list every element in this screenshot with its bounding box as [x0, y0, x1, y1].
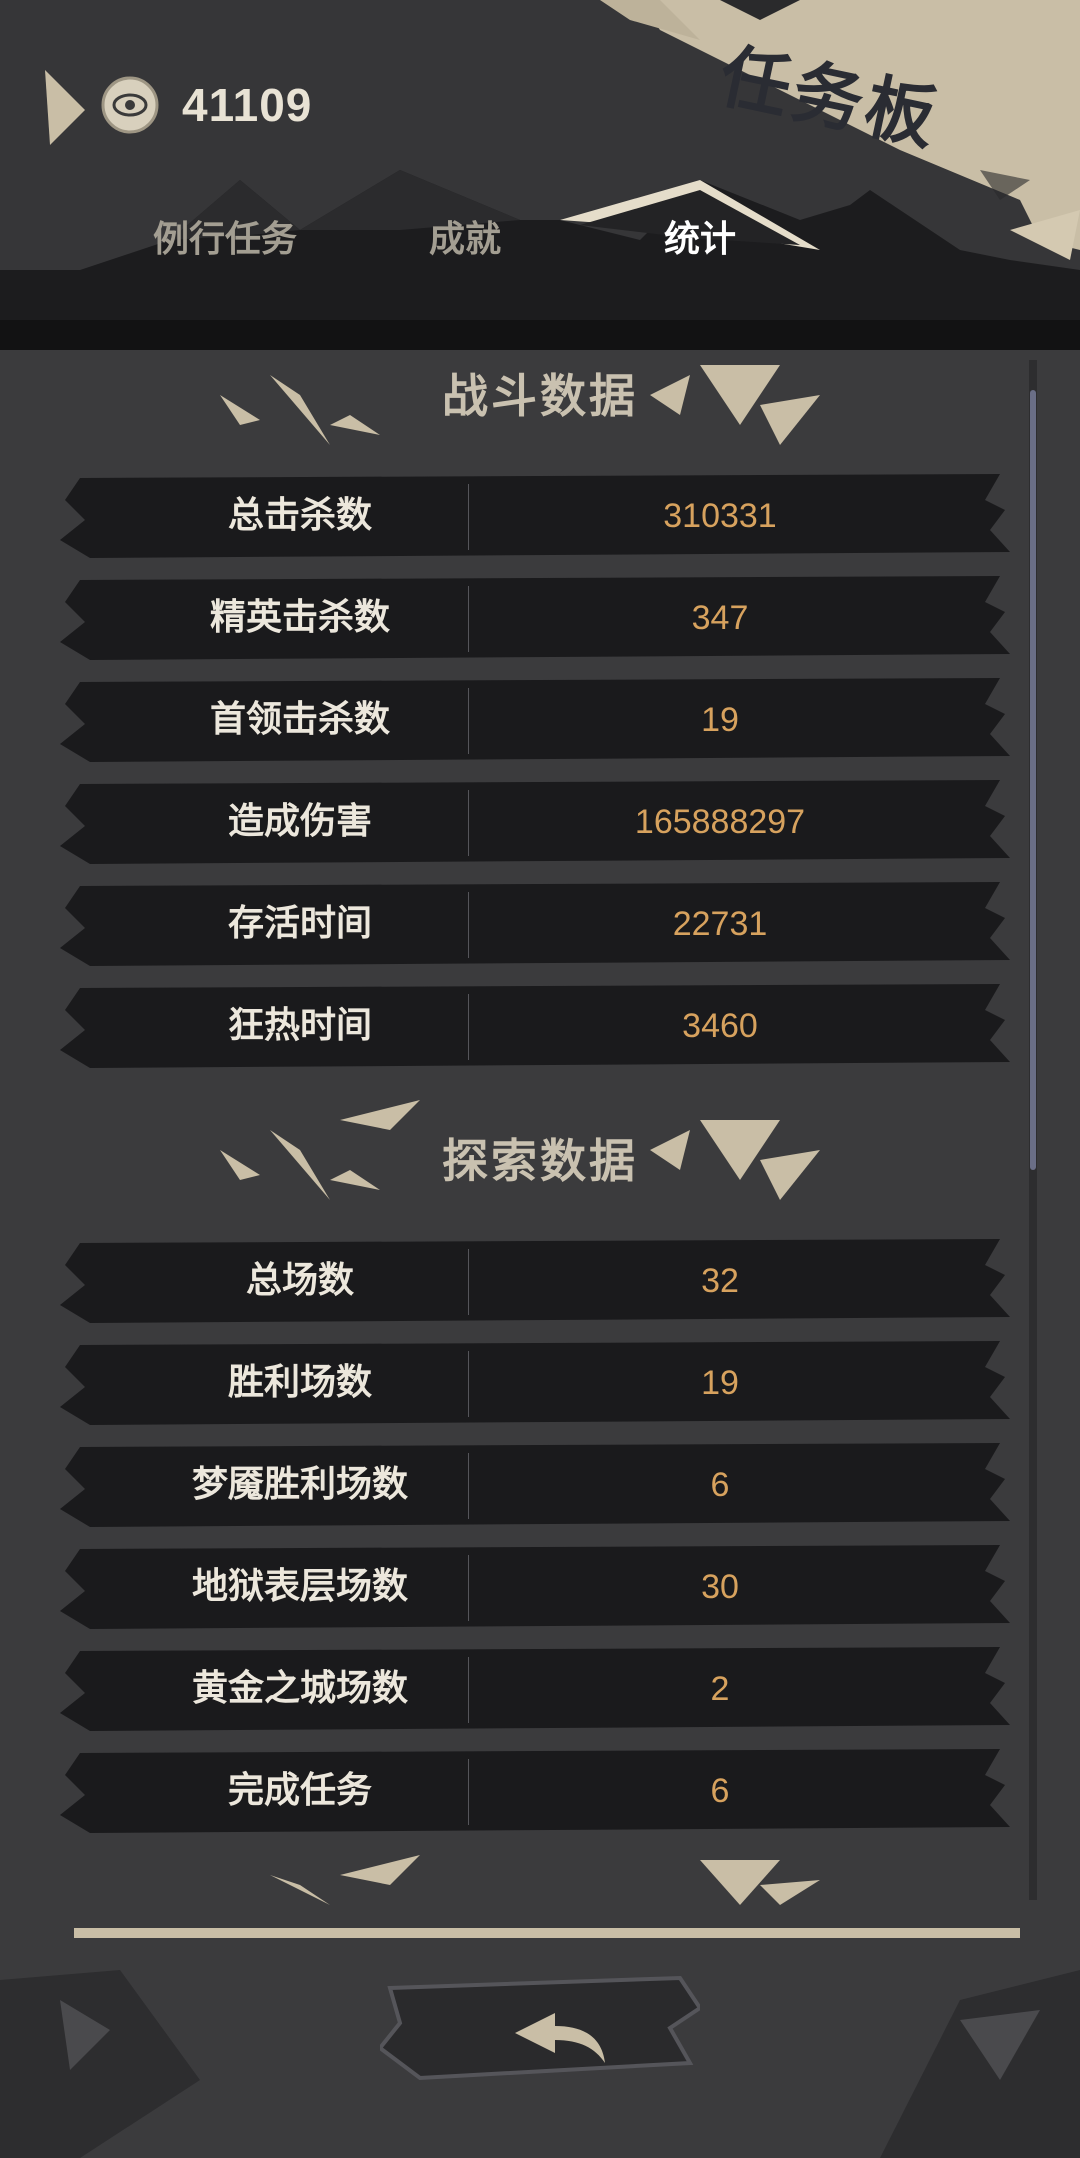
section-header-decoration — [270, 1855, 820, 1905]
eye-coin-icon — [101, 76, 159, 134]
panel-bottom-bar — [74, 1928, 1020, 1938]
stat-row: 首领击杀数 19 — [60, 674, 1020, 766]
stat-row: 狂热时间 3460 — [60, 980, 1020, 1072]
stat-value: 19 — [701, 701, 739, 739]
stat-value: 2 — [710, 1670, 730, 1708]
section-title-combat: 战斗数据 — [442, 369, 638, 423]
stat-value: 3460 — [682, 1007, 758, 1045]
stat-label: 胜利场数 — [227, 1362, 372, 1403]
stat-label: 梦魇胜利场数 — [191, 1464, 408, 1505]
statistics-panel[interactable]: 战斗数据 总击杀数 310331 精英击杀数 347 首领击杀数 19 造成伤害… — [60, 345, 1035, 1905]
stat-row: 胜利场数 19 — [60, 1337, 1020, 1429]
stat-value: 32 — [701, 1262, 739, 1300]
stat-row: 总场数 32 — [60, 1235, 1020, 1327]
stat-row: 总击杀数 310331 — [60, 470, 1020, 562]
stat-label: 黄金之城场数 — [191, 1668, 408, 1709]
stat-value: 347 — [691, 599, 749, 637]
stat-row: 地狱表层场数 30 — [60, 1541, 1020, 1633]
stat-value: 6 — [710, 1772, 730, 1810]
stat-row: 精英击杀数 347 — [60, 572, 1020, 664]
currency-display: 41109 — [40, 60, 312, 150]
tab-routine-tasks[interactable]: 例行任务 — [130, 210, 320, 270]
tab-statistics[interactable]: 统计 — [630, 210, 770, 270]
stat-value: 19 — [701, 1364, 739, 1402]
stat-value: 30 — [701, 1568, 739, 1606]
currency-value: 41109 — [182, 79, 313, 131]
stat-label: 首领击杀数 — [209, 699, 390, 740]
stat-value: 310331 — [663, 497, 777, 535]
stat-row: 黄金之城场数 2 — [60, 1643, 1020, 1735]
stat-value: 6 — [710, 1466, 730, 1504]
stat-label: 狂热时间 — [227, 1005, 372, 1046]
stat-row: 存活时间 22731 — [60, 878, 1020, 970]
stat-label: 精英击杀数 — [209, 597, 390, 638]
stat-label: 完成任务 — [227, 1770, 372, 1811]
stat-row: 造成伤害 165888297 — [60, 776, 1020, 868]
section-title-exploration: 探索数据 — [442, 1134, 638, 1188]
stat-value: 165888297 — [634, 803, 806, 841]
stat-row: 完成任务 6 — [60, 1745, 1020, 1837]
stat-label: 造成伤害 — [227, 801, 372, 842]
stat-value: 22731 — [672, 905, 768, 943]
stat-label: 存活时间 — [227, 903, 372, 944]
stat-row: 梦魇胜利场数 6 — [60, 1439, 1020, 1531]
stat-label: 地狱表层场数 — [191, 1566, 408, 1607]
stat-label: 总击杀数 — [227, 495, 372, 536]
shard-decoration-icon — [45, 70, 85, 145]
back-button[interactable] — [380, 1968, 700, 2088]
tab-achievements[interactable]: 成就 — [395, 210, 535, 270]
stat-label: 总场数 — [245, 1260, 354, 1301]
